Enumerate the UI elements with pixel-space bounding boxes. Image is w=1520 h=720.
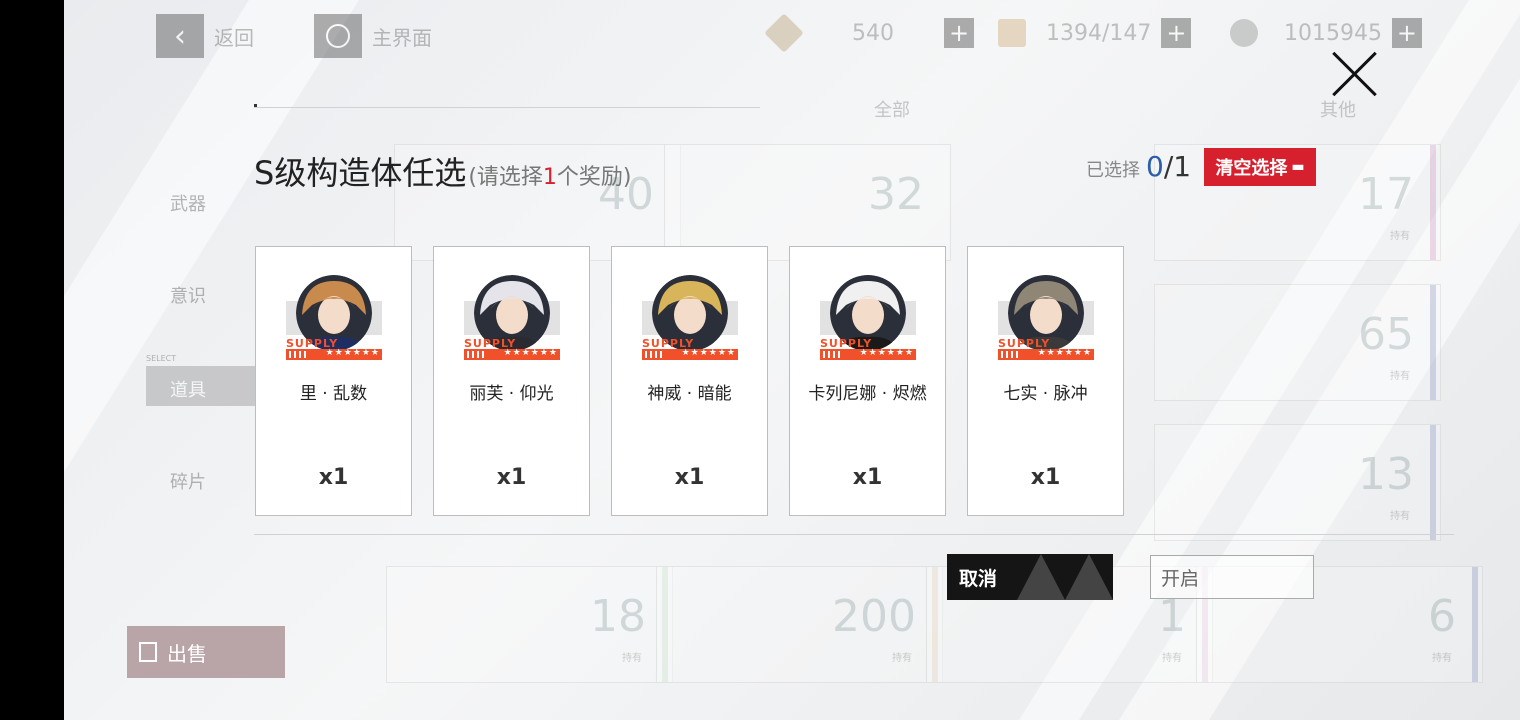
- clear-selection-button[interactable]: 清空选择 ▬: [1204, 148, 1316, 186]
- blackcard-icon: [764, 13, 804, 53]
- add-blackcard-button[interactable]: +: [944, 18, 974, 48]
- inventory-card[interactable]: 13 持有: [1154, 424, 1441, 541]
- inventory-card[interactable]: 65 持有: [1154, 284, 1441, 401]
- reward-quantity: x1: [496, 465, 527, 490]
- rarity-stars: ★★★★★★: [859, 348, 914, 358]
- home-button[interactable]: 主界面: [314, 14, 432, 58]
- selected-label: 已选择: [1086, 160, 1140, 181]
- rarity-bar: ★★★★★★: [642, 348, 738, 360]
- character-name: 七实 · 脉冲: [1003, 384, 1088, 404]
- resource-blackcard: 540 +: [764, 13, 974, 53]
- home-label: 主界面: [372, 25, 432, 50]
- cancel-label: 取消: [959, 567, 998, 590]
- rarity-bar: ★★★★★★: [464, 348, 560, 360]
- open-label: 开启: [1161, 567, 1200, 590]
- character-name: 里 · 乱数: [299, 384, 368, 404]
- rarity-stars: ★★★★★★: [1037, 348, 1092, 358]
- reward-quantity: x1: [674, 465, 705, 490]
- character-name: 神威 · 暗能: [647, 384, 732, 404]
- sidebar-item-items[interactable]: 道具: [170, 376, 206, 402]
- game-screen: ‹ 返回 主界面 540 + 1394/147 + 1015945 + 武器 意…: [64, 0, 1520, 720]
- sidebar-select-label: SELECT: [146, 354, 177, 363]
- chevron-left-icon: ‹: [156, 14, 204, 58]
- clear-selection-label: 清空选择: [1215, 158, 1288, 179]
- sidebar-item-weapon[interactable]: 武器: [170, 190, 206, 216]
- tab-all[interactable]: 全部: [874, 96, 910, 122]
- sell-icon: [139, 642, 157, 662]
- dialog-title-text: S级构造体任选: [254, 154, 467, 192]
- coin-icon: [1230, 19, 1258, 47]
- back-label: 返回: [214, 25, 254, 50]
- back-button[interactable]: ‹ 返回: [156, 14, 254, 58]
- stamina-icon: [998, 19, 1026, 47]
- open-button[interactable]: 开启: [1150, 555, 1314, 599]
- triangle-decor: [1017, 554, 1065, 600]
- tab-other[interactable]: 其他: [1320, 96, 1356, 122]
- reward-quantity: x1: [852, 465, 883, 490]
- selected-current: 0: [1146, 150, 1164, 183]
- sidebar-item-fragments[interactable]: 碎片: [170, 468, 206, 494]
- sell-label: 出售: [167, 641, 207, 666]
- sell-button[interactable]: 出售: [127, 626, 285, 678]
- rarity-bar: ★★★★★★: [820, 348, 916, 360]
- reward-card[interactable]: SUPPLY ★★★★★★ 里 · 乱数 x1: [255, 246, 412, 516]
- reward-card[interactable]: SUPPLY ★★★★★★ 丽芙 · 仰光 x1: [433, 246, 590, 516]
- home-icon: [314, 14, 362, 58]
- resource-stamina: 1394/147 +: [998, 18, 1192, 48]
- dialog-hint: (请选择1个奖励): [468, 165, 632, 190]
- inventory-card[interactable]: 32: [664, 144, 951, 261]
- divider-top: [254, 107, 760, 108]
- character-name: 卡列尼娜 · 烬燃: [808, 384, 927, 404]
- rarity-bar: ★★★★★★: [998, 348, 1094, 360]
- close-icon[interactable]: [1330, 50, 1378, 98]
- dialog-title: S级构造体任选 (请选择1个奖励): [254, 148, 632, 194]
- selected-total: /1: [1163, 150, 1192, 183]
- reward-card[interactable]: SUPPLY ★★★★★★ 七实 · 脉冲 x1: [967, 246, 1124, 516]
- rarity-bar: ★★★★★★: [286, 348, 382, 360]
- clear-icon: ▬: [1291, 159, 1305, 175]
- add-stamina-button[interactable]: +: [1161, 18, 1192, 48]
- cancel-button[interactable]: 取消: [947, 554, 1113, 600]
- selection-counter: 已选择 0/1: [1086, 150, 1191, 183]
- reward-card[interactable]: SUPPLY ★★★★★★ 神威 · 暗能 x1: [611, 246, 768, 516]
- inventory-card[interactable]: 200 持有: [656, 566, 943, 683]
- rarity-stars: ★★★★★★: [325, 348, 380, 358]
- divider-bottom: [254, 534, 1454, 535]
- triangle-decor: [1065, 554, 1113, 600]
- rarity-stars: ★★★★★★: [503, 348, 558, 358]
- character-name: 丽芙 · 仰光: [469, 384, 554, 404]
- add-coin-button[interactable]: +: [1391, 18, 1422, 48]
- resource-coin: 1015945 +: [1230, 18, 1422, 48]
- sidebar-item-memory[interactable]: 意识: [170, 282, 206, 308]
- inventory-card[interactable]: 18 持有: [386, 566, 673, 683]
- reward-quantity: x1: [1030, 465, 1061, 490]
- rarity-stars: ★★★★★★: [681, 348, 736, 358]
- reward-card[interactable]: SUPPLY ★★★★★★ 卡列尼娜 · 烬燃 x1: [789, 246, 946, 516]
- reward-quantity: x1: [318, 465, 349, 490]
